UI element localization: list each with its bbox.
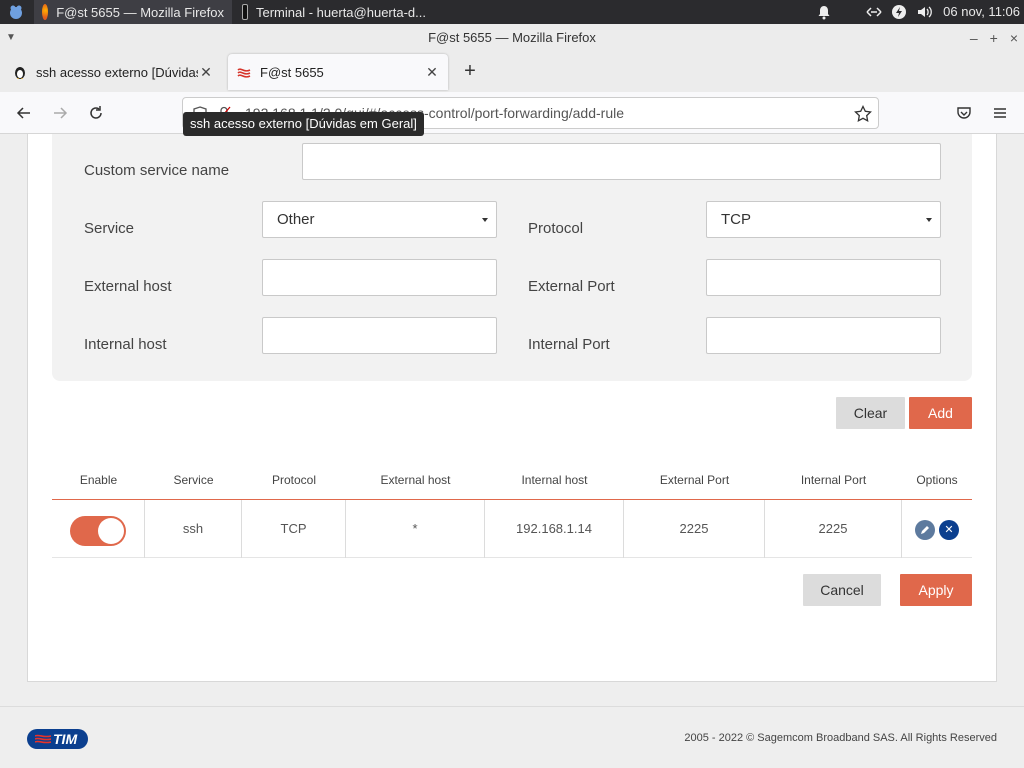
pocket-icon (957, 107, 971, 119)
reload-button[interactable] (82, 100, 110, 126)
tab-router[interactable]: F@st 5655 ✕ (228, 54, 448, 90)
internal-port-cell: 2225 (765, 500, 902, 558)
dropdown-caret-icon (926, 218, 932, 222)
window-title: F@st 5655 — Mozilla Firefox (428, 30, 596, 45)
copyright-text: 2005 - 2022 © Sagemcom Broadband SAS. Al… (684, 732, 997, 744)
custom-service-label: Custom service name (84, 162, 230, 179)
notification-bell-icon[interactable] (816, 0, 832, 24)
back-button[interactable] (10, 100, 38, 126)
column-header: Protocol (271, 473, 317, 487)
close-window-icon[interactable]: × (1010, 24, 1018, 52)
arrow-left-icon (16, 107, 30, 119)
taskbar-task-firefox[interactable]: F@st 5655 — Mozilla Firefox (34, 0, 232, 24)
column-header: Internal Port (800, 473, 867, 487)
enable-cell (52, 500, 145, 558)
column-header: External host (380, 473, 451, 487)
options-cell: ✕ (902, 500, 972, 558)
close-tab-icon[interactable]: ✕ (198, 64, 214, 81)
tux-icon (15, 67, 25, 79)
hamburger-menu-icon (994, 108, 1006, 118)
arrow-right-icon (54, 107, 68, 119)
service-cell: ssh (145, 500, 242, 558)
close-icon: ✕ (944, 524, 954, 536)
service-select-value: Other (277, 211, 315, 228)
network-icon[interactable] (865, 0, 883, 24)
protocol-select[interactable]: TCP (706, 201, 941, 238)
external-port-cell: 2225 (624, 500, 765, 558)
taskbar-task-terminal[interactable]: Terminal - huerta@huerta-d... (234, 0, 434, 24)
tim-logo: TIM (27, 729, 88, 749)
dropdown-caret-icon (482, 218, 488, 222)
add-rule-form: Custom service name Service Other Protoc… (52, 134, 972, 381)
add-button[interactable]: Add (909, 397, 972, 429)
column-header: External Port (659, 473, 730, 487)
new-tab-button[interactable]: + (458, 60, 482, 84)
reload-icon (90, 106, 102, 119)
custom-service-input[interactable] (302, 143, 941, 180)
tab-strip: ssh acesso externo [Dúvidas ✕ F@st 5655 … (0, 52, 1024, 92)
internal-host-input[interactable] (262, 317, 497, 354)
taskbar-task-label: Terminal - huerta@huerta-d... (256, 4, 426, 20)
sagemcom-icon (237, 68, 251, 78)
forward-button[interactable] (46, 100, 74, 126)
internal-port-input[interactable] (706, 317, 941, 354)
cancel-button[interactable]: Cancel (803, 574, 881, 606)
window-menu-icon[interactable]: ▼ (6, 24, 16, 52)
external-host-label: External host (84, 278, 172, 295)
pocket-button[interactable] (950, 100, 978, 126)
table-row: ssh TCP * 192.168.1.14 2225 2225 ✕ (52, 499, 972, 558)
service-label: Service (84, 220, 135, 237)
external-port-label: External Port (528, 278, 615, 295)
desktop-taskbar: F@st 5655 — Mozilla Firefox Terminal - h… (0, 0, 1024, 24)
clear-button[interactable]: Clear (836, 397, 905, 429)
page-footer: TIM 2005 - 2022 © Sagemcom Broadband SAS… (0, 706, 1024, 768)
close-tab-icon[interactable]: ✕ (424, 64, 440, 81)
taskbar-task-label: F@st 5655 — Mozilla Firefox (56, 4, 224, 20)
tab-forum[interactable]: ssh acesso externo [Dúvidas ✕ (4, 54, 222, 90)
tim-logo-text: TIM (53, 731, 78, 747)
protocol-label: Protocol (528, 220, 584, 237)
tab-title: ssh acesso externo [Dúvidas (36, 64, 198, 80)
power-icon[interactable] (891, 0, 907, 24)
column-header: Service (173, 473, 214, 487)
service-select[interactable]: Other (262, 201, 497, 238)
external-host-input[interactable] (262, 259, 497, 296)
tim-waves-icon (35, 734, 51, 744)
xfce-mouse-icon (10, 5, 22, 19)
firefox-icon (42, 4, 49, 20)
pencil-icon (921, 526, 929, 534)
navigation-bar: 192.168.1.1/2.0/gui/#/access-control/por… (0, 92, 1024, 134)
minimize-icon[interactable]: – (970, 24, 978, 52)
apply-button[interactable]: Apply (900, 574, 972, 606)
volume-icon[interactable] (916, 0, 934, 24)
delete-rule-button[interactable]: ✕ (939, 520, 959, 540)
port-forwarding-panel: Custom service name Service Other Protoc… (27, 134, 997, 682)
column-header: Enable (79, 473, 118, 487)
column-header: Internal host (521, 473, 588, 487)
window-titlebar: ▼ F@st 5655 — Mozilla Firefox – + × (0, 24, 1024, 52)
clock[interactable]: 06 nov, 11:06 (943, 0, 1020, 24)
app-menu-button[interactable] (986, 100, 1014, 126)
router-page: Custom service name Service Other Protoc… (0, 134, 1024, 768)
external-port-input[interactable] (706, 259, 941, 296)
bookmark-star-icon[interactable] (854, 105, 872, 123)
terminal-icon (242, 4, 248, 20)
protocol-cell: TCP (242, 500, 346, 558)
start-menu-button[interactable] (0, 0, 32, 24)
edit-rule-button[interactable] (915, 520, 935, 540)
external-host-cell: * (346, 500, 485, 558)
column-header: Options (916, 473, 958, 487)
internal-host-cell: 192.168.1.14 (485, 500, 624, 558)
tab-tooltip: ssh acesso externo [Dúvidas em Geral] (183, 112, 424, 136)
internal-host-label: Internal host (84, 336, 167, 353)
maximize-icon[interactable]: + (990, 24, 998, 52)
enable-toggle[interactable] (70, 516, 126, 546)
tab-title: F@st 5655 (260, 64, 324, 80)
internal-port-label: Internal Port (528, 336, 610, 353)
protocol-select-value: TCP (721, 211, 751, 228)
